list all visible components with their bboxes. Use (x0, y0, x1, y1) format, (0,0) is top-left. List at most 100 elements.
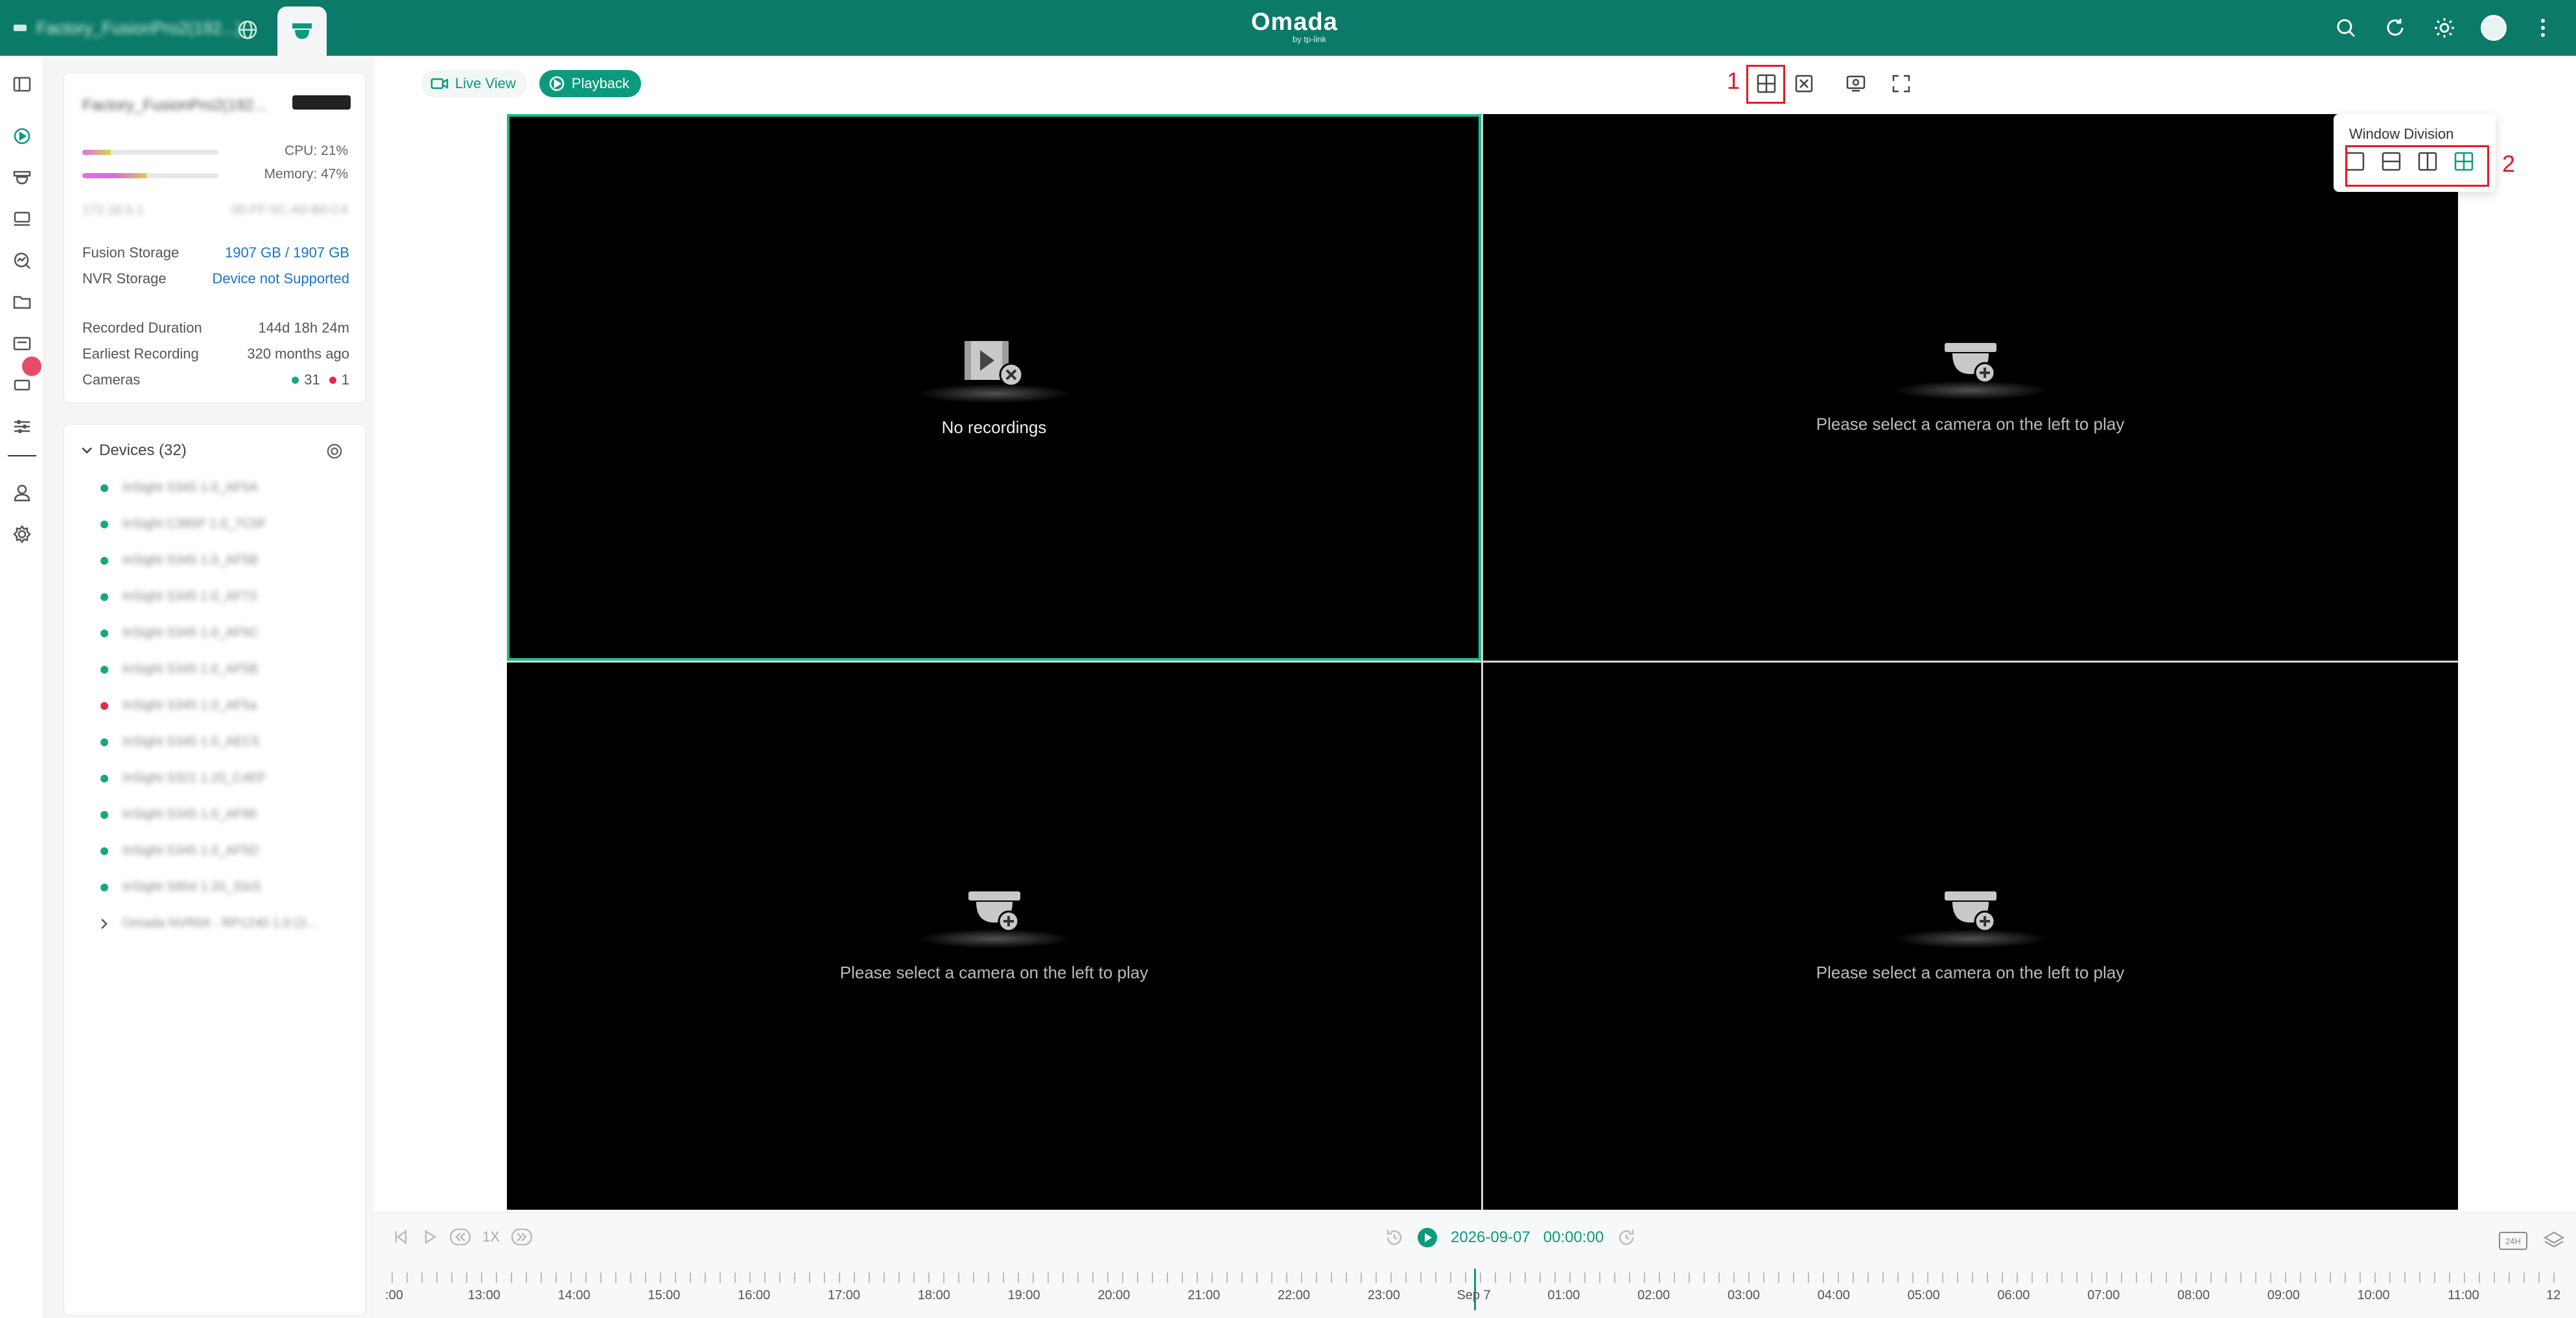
sidebar-toggle-icon[interactable] (9, 71, 35, 97)
device-list-item[interactable]: InSight S345 1.0_AF5a (100, 698, 257, 713)
device-list-item-name: InSight S345 1.0_AEC5 (123, 735, 260, 749)
playback-time[interactable]: 00:00:00 (1543, 1229, 1604, 1247)
device-list-item[interactable]: InSight S345 1.0_AF5B (100, 553, 258, 568)
camera-nav-icon[interactable] (9, 165, 35, 191)
24h-icon: 24H (2499, 1232, 2527, 1250)
nvr-storage-row: NVR Storage Device not Supported (82, 270, 349, 287)
annotation-1: 1 (1727, 67, 1740, 94)
video-window-1[interactable]: No recordings (507, 114, 1481, 661)
analytics-icon[interactable] (9, 248, 35, 274)
playback-date[interactable]: 2026-09-07 (1451, 1229, 1530, 1247)
tab-live-view[interactable]: Live View (421, 70, 528, 97)
nvr-nav-icon[interactable] (9, 206, 35, 232)
side-panel: Factory_FusionPro2(192... CPU: 21% Memor… (44, 56, 414, 1318)
tab-playback[interactable]: Playback (539, 70, 642, 97)
device-list-item[interactable]: Omada NVR04 - RP1240 1.0 (3... (100, 916, 316, 931)
timeline-tick-label: 02:00 (1637, 1288, 1670, 1302)
time-format-toggle[interactable]: 24H (2498, 1231, 2528, 1251)
play-icon[interactable] (421, 1229, 438, 1245)
devices-header[interactable]: Devices (32) (81, 441, 187, 460)
cpu-usage: CPU: 21% (284, 143, 348, 158)
recorded-duration-row: Recorded Duration 144d 18h 24m (82, 320, 349, 336)
timeline-tick-label: 06:00 (1997, 1288, 2030, 1302)
device-list-item[interactable]: InSight S345 1.0_AF5D (100, 843, 259, 858)
settings-sliders-icon[interactable] (9, 414, 35, 440)
device-list-item[interactable]: InSight S345 1.0_AF86 (100, 807, 257, 822)
offline-dot (329, 376, 336, 384)
theme-sun-icon[interactable] (2430, 13, 2459, 43)
device-list-item[interactable]: InSight S345 1.0_AF73 (100, 589, 257, 604)
fusion-storage-value[interactable]: 1907 GB / 1907 GB (225, 244, 349, 261)
fullscreen-button[interactable] (1886, 69, 1916, 99)
refresh-icon[interactable] (2380, 13, 2410, 43)
search-icon[interactable] (2331, 13, 2361, 43)
speed-label: 1X (482, 1229, 500, 1245)
device-list-item-name: Omada NVR04 - RP1240 1.0 (3... (123, 916, 317, 930)
device-list-item[interactable]: InSight C385P 1.0_7C5F (100, 517, 266, 532)
device-list-item[interactable]: InSight S345 1.0_AF5B (100, 662, 258, 677)
video-window-3[interactable]: Please select a camera on the left to pl… (507, 663, 1481, 1209)
device-list-item-name: InSight S345 1.0_AF5a (123, 698, 257, 712)
timeline-tick-label: 22:00 (1277, 1288, 1311, 1302)
avatar (2481, 15, 2507, 41)
playback-nav-icon[interactable] (9, 123, 35, 149)
timeline[interactable]: :00 13:00 14:00 15:00 16:00 17:00 18:00 19:00 20… (385, 1269, 2560, 1312)
rewind-clock-icon[interactable] (1385, 1228, 1404, 1247)
device-list-item-name: InSight S345 1.0_AF86 (123, 807, 257, 821)
device-status-dot (100, 883, 108, 891)
gear-icon[interactable] (9, 521, 35, 547)
device-list-item-name: InSight S345 1.0_AF5A (123, 480, 259, 495)
speed-up-icon[interactable] (511, 1229, 532, 1245)
play-circle-icon[interactable] (1417, 1227, 1438, 1248)
device-list-item[interactable]: InSight S321 1.20_C4EF (100, 771, 266, 786)
device-list-item-name: InSight C385P 1.0_7C5F (123, 517, 267, 531)
alarm-icon[interactable] (9, 372, 35, 398)
timeline-tick-label: Sep 7 (1457, 1288, 1491, 1302)
device-status-dot (100, 701, 108, 710)
no-recording-icon (964, 341, 1023, 387)
device-list-item[interactable]: InSight S654 1.20_33c5 (100, 880, 261, 895)
video-window-2[interactable]: Please select a camera on the left to pl… (1483, 114, 2457, 661)
video-window-4[interactable]: Please select a camera on the left to pl… (1483, 663, 2457, 1209)
camera-dome-icon (292, 23, 312, 39)
globe-icon[interactable] (232, 14, 263, 45)
device-status-dot (100, 810, 108, 819)
cameras-online-count: 31 (304, 371, 320, 388)
cameras-counts: 31 1 (283, 371, 349, 388)
icon-shadow (1892, 929, 2048, 948)
surveillance-tab[interactable] (277, 6, 327, 56)
fusion-storage-row: Fusion Storage 1907 GB / 1907 GB (82, 244, 349, 261)
add-camera-icon (1944, 343, 1996, 384)
playback-controls: 1X (393, 1229, 532, 1245)
device-list-item[interactable]: InSight S345 1.0_AEC5 (100, 735, 259, 749)
online-dot (292, 376, 299, 384)
layers-toggle[interactable] (2541, 1231, 2567, 1251)
step-back-icon[interactable] (393, 1229, 410, 1245)
folder-icon[interactable] (9, 289, 35, 315)
snapshot-button[interactable] (1841, 69, 1871, 99)
timeline-tick-label: 05:00 (1907, 1288, 1940, 1302)
devices-card: Devices (32) InSight S345 1.0_AF5A InSigh… (64, 424, 366, 1315)
window-division-button[interactable] (1751, 69, 1781, 99)
user-avatar[interactable] (2479, 13, 2509, 43)
close-all-windows-button[interactable] (1789, 69, 1819, 99)
device-list-item-name: InSight S654 1.20_33c5 (123, 880, 261, 894)
memory-usage: Memory: 47% (264, 167, 348, 182)
device-list-item-name: InSight S345 1.0_AF5B (123, 662, 259, 676)
timeline-tick-label: 14:00 (557, 1288, 591, 1302)
forward-clock-icon[interactable] (1617, 1228, 1636, 1247)
device-list-item[interactable]: InSight S345 1.0_AF5A (100, 480, 258, 495)
nvr-storage-value[interactable]: Device not Supported (212, 270, 349, 287)
video-camera-icon (430, 78, 449, 89)
slow-down-icon[interactable] (450, 1229, 471, 1245)
device-list-item-name: InSight S321 1.20_C4EF (123, 771, 266, 785)
event-icon[interactable] (9, 331, 35, 357)
user-icon[interactable] (9, 480, 35, 506)
device-list-item[interactable]: InSight S345 1.0_AF5C (100, 626, 259, 641)
site-selector[interactable]: Factory_FusionPro2(192...) (13, 14, 241, 41)
devices-settings-icon[interactable] (323, 440, 345, 462)
select-camera-text: Please select a camera on the left to pl… (839, 963, 1149, 982)
timeline-tick-label: 09:00 (2267, 1288, 2300, 1302)
more-vertical-icon[interactable] (2528, 13, 2558, 43)
layers-icon (2544, 1231, 2564, 1248)
